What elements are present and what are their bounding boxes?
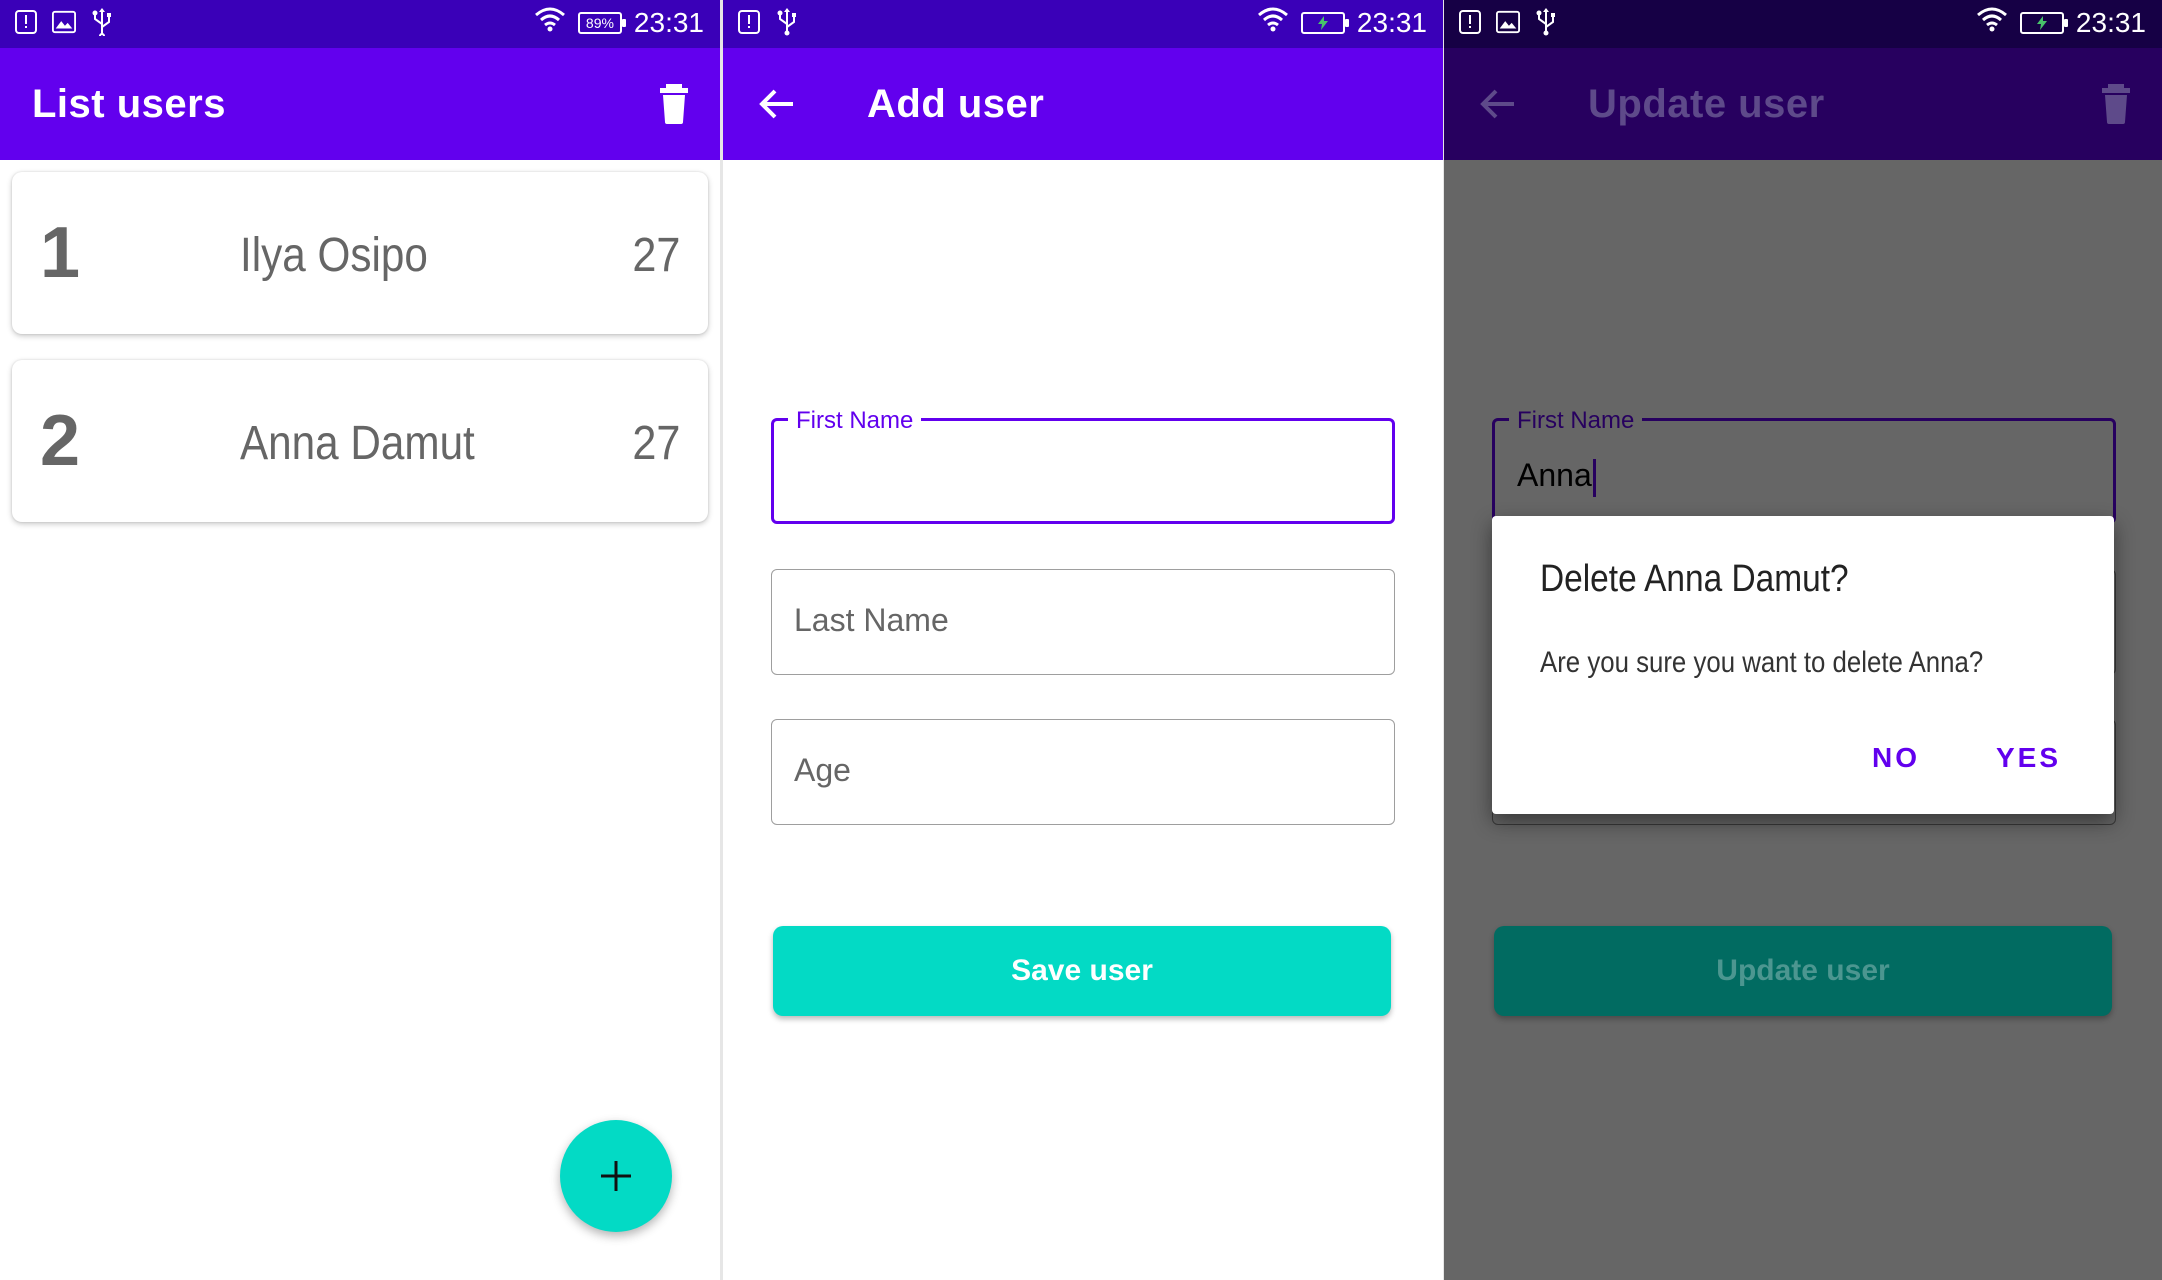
status-bar: 89% 23:31 — [0, 0, 720, 48]
alert-notification-icon — [14, 8, 38, 36]
text-cursor — [1592, 458, 1596, 497]
user-age: 27 — [631, 417, 680, 470]
clock: 23:31 — [2075, 6, 2146, 38]
add-user-screen: 23:31 Add user First Name Last Name Age … — [723, 0, 1443, 1280]
first-name-field[interactable]: First Name Anna — [1492, 407, 2116, 524]
app-bar: Add user — [723, 48, 1443, 160]
battery-percent: 89% — [585, 14, 614, 31]
battery-charging-icon — [1300, 11, 1349, 34]
save-user-label: Save user — [1011, 954, 1153, 987]
plus-icon — [601, 1161, 631, 1191]
first-name-field[interactable]: First Name — [771, 407, 1395, 524]
image-notification-icon — [52, 8, 76, 36]
image-notification-icon — [1496, 8, 1520, 36]
delete-confirm-dialog: Delete Anna Damut? Are you sure you want… — [1492, 516, 2114, 814]
wifi-icon — [534, 6, 566, 39]
usb-icon — [90, 8, 114, 36]
clock: 23:31 — [633, 6, 704, 38]
dialog-yes-button[interactable]: YES — [1996, 742, 2061, 774]
back-arrow-icon — [1480, 89, 1514, 119]
first-name-value: Anna — [1517, 457, 1592, 493]
delete-all-button[interactable] — [654, 82, 694, 126]
age-field[interactable]: Age — [771, 719, 1395, 825]
usb-icon — [1534, 8, 1558, 36]
trash-icon — [2102, 84, 2130, 124]
age-hint: Age — [794, 752, 851, 788]
first-name-label: First Name — [1509, 407, 1643, 435]
usb-icon — [775, 8, 799, 36]
app-bar: List users — [0, 48, 720, 160]
user-card[interactable]: 1 Ilya Osipo 27 — [12, 172, 708, 334]
update-user-label: Update user — [1716, 954, 1890, 987]
dialog-title: Delete Anna Damut? — [1540, 558, 1849, 600]
user-age: 27 — [631, 229, 680, 282]
last-name-field[interactable]: Last Name — [771, 569, 1395, 675]
user-id: 2 — [40, 401, 81, 481]
app-bar: Update user — [1444, 48, 2162, 160]
add-user-fab[interactable] — [560, 1120, 672, 1232]
page-title: Add user — [867, 82, 1045, 126]
alert-notification-icon — [1458, 8, 1482, 36]
user-card[interactable]: 2 Anna Damut 27 — [12, 360, 708, 522]
trash-icon — [660, 84, 688, 124]
user-id: 1 — [40, 213, 81, 293]
back-arrow-icon — [759, 89, 793, 119]
wifi-icon — [1976, 6, 2008, 39]
back-button[interactable] — [1476, 82, 1520, 126]
battery-icon: 89% — [577, 11, 626, 34]
last-name-hint: Last Name — [794, 602, 949, 638]
page-title: List users — [32, 82, 226, 126]
alert-notification-icon — [737, 8, 761, 36]
first-name-label: First Name — [788, 407, 922, 435]
clock: 23:31 — [1356, 6, 1427, 38]
page-title: Update user — [1588, 82, 1825, 126]
update-user-button[interactable]: Update user — [1494, 926, 2112, 1016]
user-name: Anna Damut — [240, 417, 475, 470]
dialog-message: Are you sure you want to delete Anna? — [1540, 646, 1984, 679]
user-name: Ilya Osipo — [240, 229, 428, 282]
update-user-screen: 23:31 Update user First Name Anna Update… — [1444, 0, 2162, 1280]
delete-user-button[interactable] — [2096, 82, 2136, 126]
wifi-icon — [1257, 6, 1289, 39]
battery-charging-icon — [2019, 11, 2068, 34]
dialog-no-button[interactable]: NO — [1872, 742, 1920, 774]
list-users-screen: 89% 23:31 List users 1 Ilya Osipo 27 2 A… — [0, 0, 720, 1280]
save-user-button[interactable]: Save user — [773, 926, 1391, 1016]
status-bar: 23:31 — [723, 0, 1443, 48]
back-button[interactable] — [755, 82, 799, 126]
status-bar: 23:31 — [1444, 0, 2162, 48]
